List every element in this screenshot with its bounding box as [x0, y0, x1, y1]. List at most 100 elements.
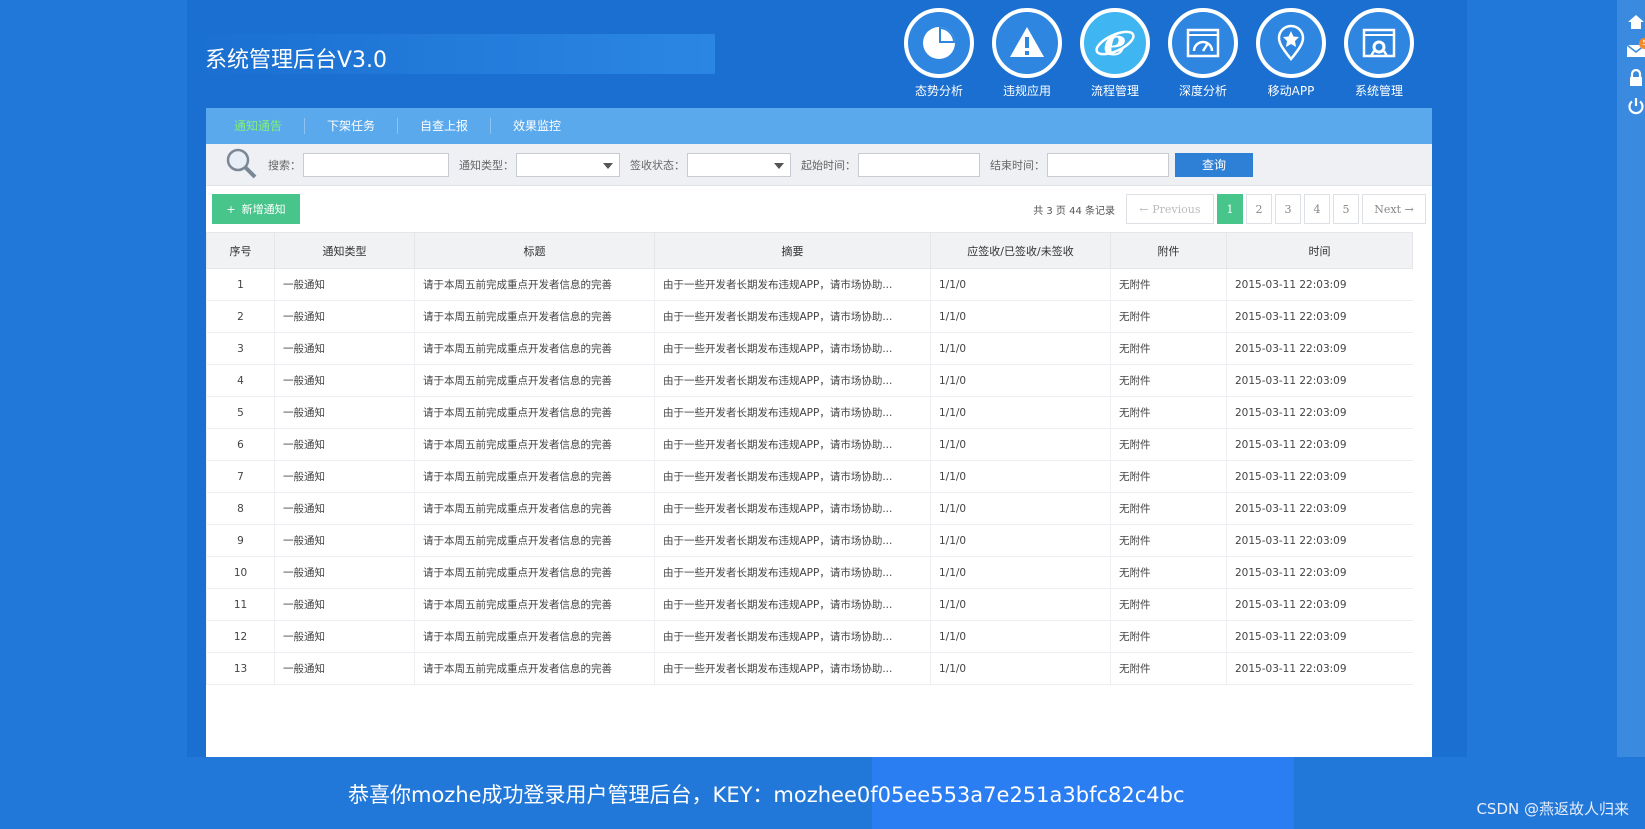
app-title: 系统管理后台V3.0 — [205, 48, 388, 73]
start-time-input[interactable] — [858, 152, 980, 177]
table-cell: 请于本周五前完成重点开发者信息的完善 — [414, 300, 655, 333]
power-icon[interactable] — [1617, 92, 1645, 120]
toolbar: + 新增通知 共 3 页 44 条记录 ← Previous 1 2 3 4 5… — [206, 186, 1432, 232]
tab-notices[interactable]: 通知通告 — [212, 118, 306, 134]
page-3-button[interactable]: 3 — [1275, 194, 1301, 224]
table-cell: 请于本周五前完成重点开发者信息的完善 — [414, 396, 655, 429]
table-cell: 请于本周五前完成重点开发者信息的完善 — [414, 364, 655, 397]
add-notice-button[interactable]: + 新增通知 — [212, 194, 300, 224]
svg-text:e: e — [1104, 22, 1127, 64]
nav-mobile-app[interactable]: 移动APP — [1247, 6, 1335, 102]
table-cell: 无附件 — [1110, 364, 1227, 397]
table-cell: 1/1/0 — [930, 620, 1111, 653]
start-time-label: 起始时间： — [801, 158, 856, 172]
table-cell: 由于一些开发者长期发布违规APP，请市场协助... — [654, 492, 931, 525]
table-cell: 由于一些开发者长期发布违规APP，请市场协助... — [654, 588, 931, 621]
table-cell: 4 — [206, 364, 275, 397]
tab-takedown-tasks[interactable]: 下架任务 — [305, 118, 399, 134]
table-cell: 无附件 — [1110, 300, 1227, 333]
nav-deep-analysis[interactable]: 深度分析 — [1159, 6, 1247, 102]
table-cell: 1/1/0 — [930, 300, 1111, 333]
table-cell: 无附件 — [1110, 396, 1227, 429]
keyword-label: 搜索： — [268, 158, 301, 172]
keyword-input[interactable] — [303, 152, 449, 177]
table-cell: 2015-03-11 22:03:09 — [1226, 428, 1413, 461]
table-row[interactable]: 4 一般通知 请于本周五前完成重点开发者信息的完善 由于一些开发者长期发布违规APP，… — [206, 364, 1413, 397]
end-time-label: 结束时间： — [990, 158, 1045, 172]
table-cell: 无附件 — [1110, 268, 1227, 301]
home-icon[interactable] — [1617, 8, 1645, 36]
nav-system-management[interactable]: 系统管理 — [1335, 6, 1423, 102]
table-row[interactable]: 9 一般通知 请于本周五前完成重点开发者信息的完善 由于一些开发者长期发布违规APP，… — [206, 524, 1413, 557]
nav-process-management[interactable]: e 流程管理 — [1071, 6, 1159, 102]
warning-icon — [992, 8, 1062, 78]
table-cell: 2 — [206, 300, 275, 333]
table-cell: 无附件 — [1110, 556, 1227, 589]
table-cell: 一般通知 — [274, 460, 415, 493]
table-cell: 由于一些开发者长期发布违规APP，请市场协助... — [654, 556, 931, 589]
table-row[interactable]: 3 一般通知 请于本周五前完成重点开发者信息的完善 由于一些开发者长期发布违规APP，… — [206, 332, 1413, 365]
query-button[interactable]: 查询 — [1175, 152, 1253, 177]
nav-violation-apps[interactable]: 违规应用 — [983, 6, 1071, 102]
table-cell: 由于一些开发者长期发布违规APP，请市场协助... — [654, 652, 931, 685]
pagination: 共 3 页 44 条记录 ← Previous 1 2 3 4 5 Next → — [1033, 194, 1426, 224]
table-cell: 10 — [206, 556, 275, 589]
sub-tabs: 通知通告 下架任务 自查上报 效果监控 — [206, 108, 1432, 144]
table-cell: 一般通知 — [274, 620, 415, 653]
page-5-button[interactable]: 5 — [1333, 194, 1359, 224]
table-cell: 2015-03-11 22:03:09 — [1226, 396, 1413, 429]
table-cell: 一般通知 — [274, 524, 415, 557]
table-cell: 1/1/0 — [930, 524, 1111, 557]
page-2-button[interactable]: 2 — [1246, 194, 1272, 224]
table-cell: 1/1/0 — [930, 460, 1111, 493]
table-cell: 5 — [206, 396, 275, 429]
prev-page-button[interactable]: ← Previous — [1126, 194, 1214, 224]
table-cell: 2015-03-11 22:03:09 — [1226, 524, 1413, 557]
end-time-input[interactable] — [1047, 152, 1169, 177]
table-cell: 请于本周五前完成重点开发者信息的完善 — [414, 428, 655, 461]
page-4-button[interactable]: 4 — [1304, 194, 1330, 224]
tab-effect-monitoring[interactable]: 效果监控 — [491, 118, 583, 134]
table-cell: 7 — [206, 460, 275, 493]
table-row[interactable]: 10 一般通知 请于本周五前完成重点开发者信息的完善 由于一些开发者长期发布违规APP… — [206, 556, 1413, 589]
table-cell: 由于一些开发者长期发布违规APP，请市场协助... — [654, 524, 931, 557]
table-cell: 2015-03-11 22:03:09 — [1226, 268, 1413, 301]
chevron-down-icon — [774, 162, 784, 169]
table-cell: 1/1/0 — [930, 492, 1111, 525]
table-row[interactable]: 5 一般通知 请于本周五前完成重点开发者信息的完善 由于一些开发者长期发布违规APP，… — [206, 396, 1413, 429]
table-cell: 1/1/0 — [930, 556, 1111, 589]
table-cell: 一般通知 — [274, 428, 415, 461]
table-row[interactable]: 13 一般通知 请于本周五前完成重点开发者信息的完善 由于一些开发者长期发布违规APP… — [206, 652, 1413, 685]
type-select[interactable] — [516, 152, 620, 177]
table-row[interactable]: 6 一般通知 请于本周五前完成重点开发者信息的完善 由于一些开发者长期发布违规APP，… — [206, 428, 1413, 461]
table-cell: 由于一些开发者长期发布违规APP，请市场协助... — [654, 460, 931, 493]
nav-situation-analysis[interactable]: 态势分析 — [895, 6, 983, 102]
table-row[interactable]: 11 一般通知 请于本周五前完成重点开发者信息的完善 由于一些开发者长期发布违规APP… — [206, 588, 1413, 621]
table-row[interactable]: 12 一般通知 请于本周五前完成重点开发者信息的完善 由于一些开发者长期发布违规APP… — [206, 620, 1413, 653]
lock-icon[interactable] — [1617, 64, 1645, 92]
ie-browser-icon: e — [1080, 8, 1150, 78]
table-cell: 1/1/0 — [930, 364, 1111, 397]
plus-icon: + — [226, 202, 236, 216]
nav-label: 违规应用 — [1002, 84, 1051, 98]
mail-icon[interactable]: 5 — [1617, 36, 1645, 64]
next-page-button[interactable]: Next → — [1362, 194, 1426, 224]
table-cell: 请于本周五前完成重点开发者信息的完善 — [414, 652, 655, 685]
table-row[interactable]: 1 一般通知 请于本周五前完成重点开发者信息的完善 由于一些开发者长期发布违规APP，… — [206, 268, 1413, 301]
table-cell: 2015-03-11 22:03:09 — [1226, 300, 1413, 333]
login-success-message: 恭喜你mozhe成功登录用户管理后台，KEY：mozhee0f05ee553a7… — [348, 783, 1185, 807]
table-cell: 一般通知 — [274, 556, 415, 589]
page-1-button[interactable]: 1 — [1217, 194, 1243, 224]
table-cell: 1/1/0 — [930, 396, 1111, 429]
status-select[interactable] — [687, 152, 791, 177]
table-cell: 请于本周五前完成重点开发者信息的完善 — [414, 556, 655, 589]
table-row[interactable]: 8 一般通知 请于本周五前完成重点开发者信息的完善 由于一些开发者长期发布违规APP，… — [206, 492, 1413, 525]
table-row[interactable]: 2 一般通知 请于本周五前完成重点开发者信息的完善 由于一些开发者长期发布违规APP，… — [206, 300, 1413, 333]
tab-self-inspection[interactable]: 自查上报 — [398, 118, 492, 134]
column-header: 应签收/已签收/未签收 — [930, 232, 1111, 269]
table-row[interactable]: 7 一般通知 请于本周五前完成重点开发者信息的完善 由于一些开发者长期发布违规APP，… — [206, 460, 1413, 493]
table-cell: 由于一些开发者长期发布违规APP，请市场协助... — [654, 268, 931, 301]
column-header: 时间 — [1226, 232, 1413, 269]
column-header: 序号 — [206, 232, 275, 269]
right-quick-bar: 5 — [1617, 0, 1645, 757]
